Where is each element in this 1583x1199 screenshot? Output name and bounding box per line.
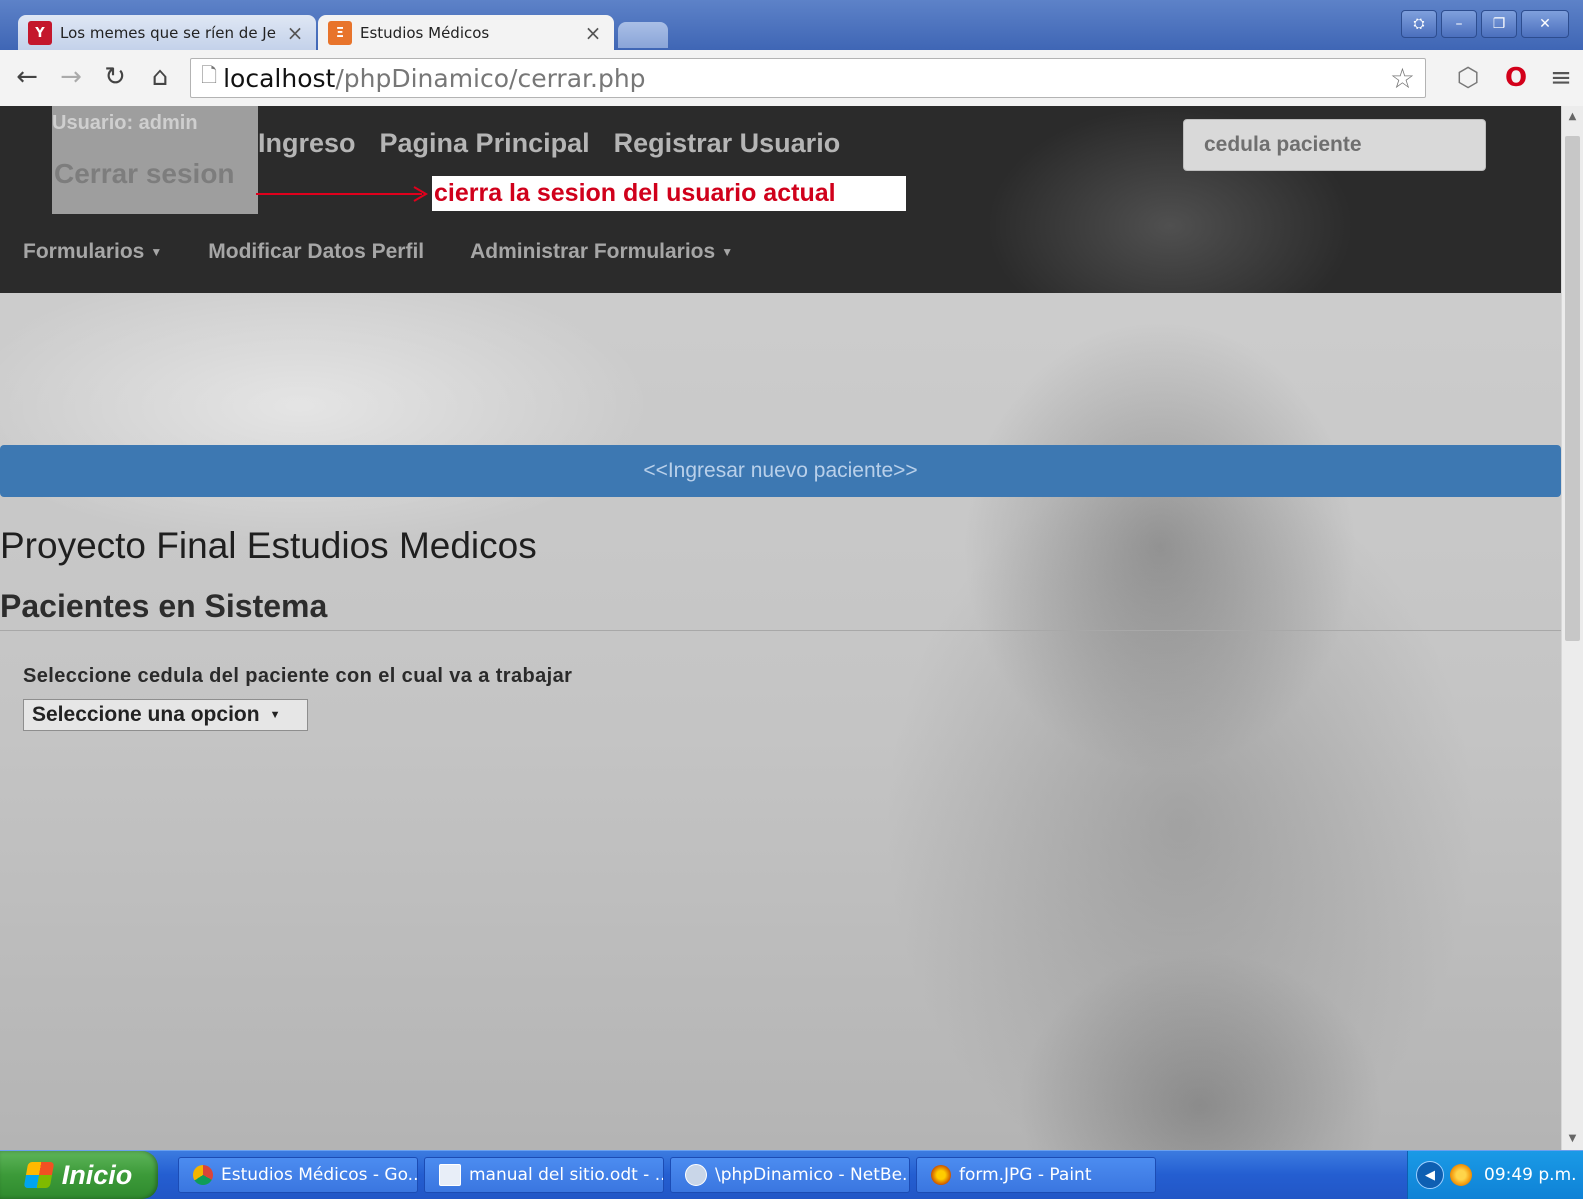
taskbar-item-paint[interactable]: form.JPG - Paint: [916, 1157, 1156, 1193]
tab-title: Los memes que se ríen de Je: [60, 24, 276, 42]
clock: 09:49 p.m.: [1484, 1165, 1577, 1185]
browser-tab-memes[interactable]: Y Los memes que se ríen de Je ×: [18, 15, 316, 51]
close-window-button[interactable]: ✕: [1521, 10, 1569, 38]
profile-icon[interactable]: ⛭: [1401, 10, 1437, 38]
sub-nav: Formularios ▼ Modificar Datos Perfil Admi…: [23, 240, 779, 264]
tray-app-icon[interactable]: [1450, 1164, 1472, 1186]
new-patient-button[interactable]: <<Ingresar nuevo paciente>>: [0, 445, 1561, 497]
patient-select[interactable]: Seleccione una opcion ▼: [23, 699, 308, 731]
address-bar[interactable]: 🗋 localhost/phpDinamico/cerrar.php ☆: [190, 58, 1426, 98]
tab-favicon-icon: Ξ: [328, 21, 352, 45]
browser-tab-strip: Y Los memes que se ríen de Je × Ξ Estudi…: [0, 0, 1583, 51]
nav-link-pagina-principal[interactable]: Pagina Principal: [380, 128, 590, 159]
taskbar-item-chrome[interactable]: Estudios Médicos - Go...: [178, 1157, 418, 1193]
section-title: Pacientes en Sistema: [0, 588, 328, 624]
taskbar-item-netbeans[interactable]: \phpDinamico - NetBe...: [670, 1157, 910, 1193]
arrow-right-icon[interactable]: →: [54, 60, 88, 94]
patient-select-label: Seleccione cedula del paciente con el cu…: [23, 665, 573, 687]
page-icon: 🗋: [201, 63, 218, 87]
browser-tab-estudios[interactable]: Ξ Estudios Médicos ×: [318, 15, 614, 51]
chevron-left-icon[interactable]: ◀: [1416, 1161, 1444, 1189]
nav-link-registrar-usuario[interactable]: Registrar Usuario: [614, 128, 841, 159]
document-icon: [439, 1164, 461, 1186]
nav-link-ingreso[interactable]: Ingreso: [258, 128, 356, 159]
site-header: Usuario: admin Cerrar sesion Ingreso Pag…: [0, 106, 1561, 293]
window-controls: ⛭ – ❐ ✕: [1397, 10, 1569, 38]
paint-icon: [931, 1165, 951, 1185]
search-input[interactable]: [1183, 119, 1486, 171]
annotation-label: cierra la sesion del usuario actual: [432, 176, 906, 211]
taskbar: Inicio Estudios Médicos - Go... manual d…: [0, 1150, 1583, 1199]
top-nav: Ingreso Pagina Principal Registrar Usuar…: [258, 128, 864, 159]
page-title: Proyecto Final Estudios Medicos: [0, 525, 537, 566]
menu-modificar-datos-perfil[interactable]: Modificar Datos Perfil: [208, 240, 424, 264]
new-tab-button[interactable]: [618, 22, 668, 48]
caret-down-icon: ▼: [721, 245, 734, 260]
reload-icon[interactable]: ↻: [98, 60, 132, 94]
home-icon[interactable]: ⌂: [143, 60, 177, 94]
windows-logo-icon: [23, 1162, 55, 1188]
user-label: Usuario: admin: [52, 112, 198, 134]
menu-icon[interactable]: ≡: [1545, 62, 1577, 94]
extension-cube-icon[interactable]: ⬡: [1452, 62, 1484, 94]
select-value: Seleccione una opcion: [32, 703, 260, 726]
url-text: localhost/phpDinamico/cerrar.php: [223, 63, 646, 93]
netbeans-icon: [685, 1164, 707, 1186]
section-divider: [0, 630, 1561, 631]
menu-formularios[interactable]: Formularios ▼: [23, 240, 162, 264]
taskbar-item-manual[interactable]: manual del sitio.odt - ...: [424, 1157, 664, 1193]
tab-close-icon[interactable]: ×: [582, 21, 604, 45]
opera-icon[interactable]: O: [1500, 62, 1532, 94]
scroll-down-icon[interactable]: ▼: [1562, 1130, 1583, 1148]
page-scrollbar[interactable]: ▲ ▼: [1561, 106, 1583, 1150]
system-tray: ◀ 09:49 p.m.: [1407, 1151, 1583, 1199]
arrow-left-icon[interactable]: ←: [10, 60, 44, 94]
logout-link[interactable]: Cerrar sesion: [54, 158, 235, 190]
scroll-up-icon[interactable]: ▲: [1562, 108, 1583, 126]
restore-button[interactable]: ❐: [1481, 10, 1517, 38]
minimize-button[interactable]: –: [1441, 10, 1477, 38]
scroll-thumb[interactable]: [1565, 136, 1580, 641]
tab-close-icon[interactable]: ×: [284, 21, 306, 45]
annotation-arrow-icon: [256, 186, 428, 202]
page-viewport: Usuario: admin Cerrar sesion Ingreso Pag…: [0, 106, 1561, 1150]
caret-down-icon: ▼: [150, 245, 163, 260]
tab-favicon-icon: Y: [28, 21, 52, 45]
user-box: Usuario: admin Cerrar sesion: [52, 106, 258, 214]
chrome-icon: [193, 1165, 213, 1185]
start-button[interactable]: Inicio: [0, 1151, 158, 1199]
star-icon[interactable]: ☆: [1390, 62, 1415, 95]
select-caret-icon: ▼: [269, 709, 281, 721]
start-label: Inicio: [61, 1159, 133, 1190]
menu-administrar-formularios[interactable]: Administrar Formularios ▼: [470, 240, 733, 264]
browser-toolbar: ← → ↻ ⌂ 🗋 localhost/phpDinamico/cerrar.p…: [0, 50, 1583, 107]
tab-title: Estudios Médicos: [360, 24, 490, 42]
